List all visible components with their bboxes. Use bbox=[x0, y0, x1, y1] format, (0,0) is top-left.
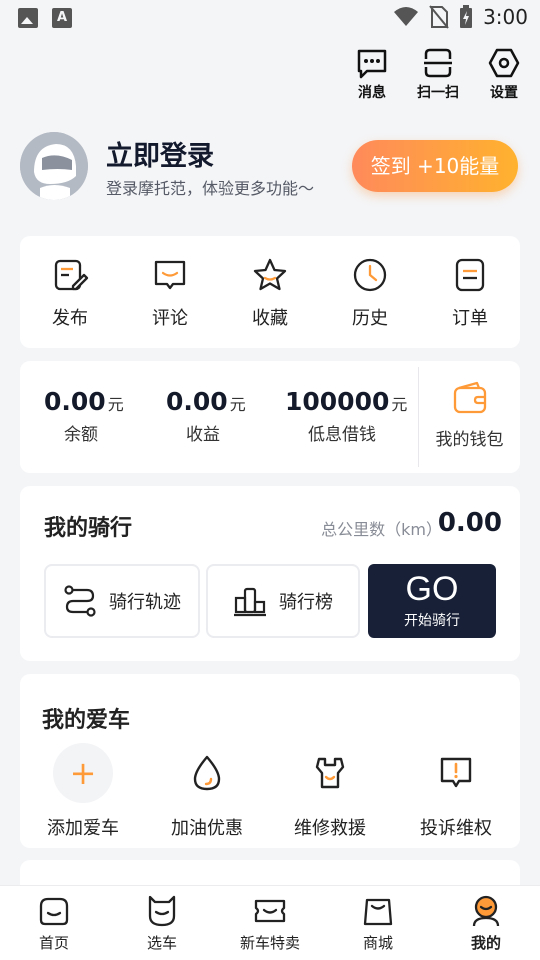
tab-profile-label: 我的 bbox=[470, 934, 501, 952]
home-icon bbox=[39, 897, 69, 926]
loan-stat[interactable]: 100000 元 低息借钱 bbox=[285, 387, 407, 445]
top-actions: 消息 扫一扫 设置 bbox=[350, 46, 526, 102]
earnings-label: 收益 bbox=[186, 425, 220, 445]
comment-button[interactable]: 评论 bbox=[120, 236, 220, 348]
fuel-discount-label: 加油优惠 bbox=[171, 818, 243, 839]
favorites-label: 收藏 bbox=[252, 308, 288, 329]
history-label: 历史 bbox=[352, 308, 388, 329]
add-car-button[interactable]: + 添加爱车 bbox=[23, 740, 143, 840]
riding-title: 我的骑行 bbox=[44, 516, 133, 541]
balance-unit: 元 bbox=[107, 395, 124, 414]
shop-bag-icon bbox=[363, 898, 393, 926]
my-car-card: 我的爱车 + 添加爱车 加油优惠 维修救援 投诉维权 bbox=[20, 674, 520, 848]
plus-icon: + bbox=[53, 743, 113, 803]
edit-icon bbox=[54, 259, 89, 291]
repair-rescue-button[interactable]: 维修救援 bbox=[270, 740, 390, 840]
status-bar: A 3:00 bbox=[0, 0, 540, 36]
complaint-label: 投诉维权 bbox=[420, 818, 492, 839]
scan-label: 扫一扫 bbox=[417, 85, 459, 101]
fuel-discount-button[interactable]: 加油优惠 bbox=[147, 740, 267, 840]
tab-car-select[interactable]: 选车 bbox=[108, 886, 216, 960]
clock-icon bbox=[353, 258, 387, 292]
complaint-button[interactable]: 投诉维权 bbox=[396, 740, 516, 840]
podium-icon bbox=[234, 587, 266, 617]
settings-label: 设置 bbox=[490, 85, 518, 101]
total-km-value: 0.00 bbox=[437, 508, 502, 538]
start-riding-button[interactable]: GO 开始骑行 bbox=[368, 564, 496, 638]
scan-icon bbox=[424, 48, 452, 78]
route-icon bbox=[64, 585, 96, 617]
orders-label: 订单 bbox=[452, 308, 488, 329]
my-car-title: 我的爱车 bbox=[42, 708, 131, 733]
comment-icon bbox=[154, 260, 186, 290]
message-label: 消息 bbox=[358, 85, 386, 101]
scan-button[interactable]: 扫一扫 bbox=[416, 46, 460, 102]
checkin-button[interactable]: 签到 +10能量 bbox=[352, 140, 518, 192]
complaint-icon bbox=[440, 757, 472, 788]
wifi-icon bbox=[394, 7, 419, 26]
loan-unit: 元 bbox=[391, 395, 408, 414]
favorites-button[interactable]: 收藏 bbox=[220, 236, 320, 348]
font-a-icon: A bbox=[52, 8, 72, 28]
tab-home[interactable]: 首页 bbox=[0, 886, 108, 960]
earnings-value: 0.00 bbox=[166, 387, 228, 416]
wallet-button[interactable]: 我的钱包 bbox=[419, 379, 520, 450]
tab-new-car-sale-label: 新车特卖 bbox=[239, 934, 300, 952]
finance-card: 0.00 元 余额 0.00 元 收益 100000 元 低息借钱 我的钱包 bbox=[20, 361, 520, 473]
go-label: GO bbox=[405, 570, 459, 608]
login-title[interactable]: 立即登录 bbox=[106, 134, 214, 173]
image-icon bbox=[18, 8, 38, 28]
bottom-tab-bar: 首页 选车 新车特卖 商城 我的 bbox=[0, 885, 540, 960]
orders-button[interactable]: 订单 bbox=[420, 236, 520, 348]
car-select-icon bbox=[148, 895, 176, 927]
publish-label: 发布 bbox=[52, 308, 88, 329]
earnings-stat[interactable]: 0.00 元 收益 bbox=[166, 387, 246, 445]
comment-label: 评论 bbox=[152, 308, 188, 329]
riding-card: 我的骑行 总公里数（km） 0.00 骑行轨迹 骑行榜 GO 开始骑行 bbox=[20, 486, 520, 661]
profile-header: 立即登录 登录摩托范，体验更多功能～ 签到 +10能量 bbox=[20, 132, 520, 202]
tab-car-select-label: 选车 bbox=[146, 934, 177, 952]
loan-label: 低息借钱 bbox=[308, 425, 376, 445]
wrench-icon bbox=[315, 757, 345, 789]
star-icon bbox=[253, 258, 287, 291]
earnings-unit: 元 bbox=[229, 395, 246, 414]
wallet-label: 我的钱包 bbox=[435, 430, 504, 450]
no-sim-icon bbox=[429, 5, 449, 29]
order-icon bbox=[455, 258, 485, 292]
total-km-label: 总公里数（km） bbox=[321, 520, 442, 539]
history-button[interactable]: 历史 bbox=[320, 236, 420, 348]
avatar[interactable] bbox=[20, 132, 88, 200]
ticket-icon bbox=[254, 899, 286, 923]
message-button[interactable]: 消息 bbox=[350, 46, 394, 102]
settings-icon bbox=[488, 48, 520, 78]
status-time: 3:00 bbox=[483, 5, 528, 29]
tab-shop-label: 商城 bbox=[362, 934, 393, 952]
login-subtitle: 登录摩托范，体验更多功能～ bbox=[106, 179, 315, 198]
balance-label: 余额 bbox=[64, 425, 98, 445]
start-riding-label: 开始骑行 bbox=[404, 613, 460, 629]
riding-track-button[interactable]: 骑行轨迹 bbox=[44, 564, 200, 638]
settings-button[interactable]: 设置 bbox=[482, 46, 526, 102]
riding-track-label: 骑行轨迹 bbox=[109, 592, 181, 613]
tab-profile[interactable]: 我的 bbox=[432, 886, 540, 960]
balance-stat[interactable]: 0.00 元 余额 bbox=[44, 387, 124, 445]
repair-rescue-label: 维修救援 bbox=[294, 818, 366, 839]
tab-home-label: 首页 bbox=[38, 934, 69, 952]
message-icon bbox=[357, 49, 387, 79]
battery-charging-icon bbox=[460, 5, 473, 28]
balance-value: 0.00 bbox=[44, 387, 106, 416]
riding-rank-button[interactable]: 骑行榜 bbox=[206, 564, 360, 638]
quick-actions-card: 发布 评论 收藏 历史 订单 bbox=[20, 236, 520, 348]
fuel-drop-icon bbox=[193, 755, 221, 791]
helmet-icon bbox=[20, 132, 88, 200]
profile-icon bbox=[472, 895, 500, 927]
add-car-label: 添加爱车 bbox=[47, 818, 119, 839]
publish-button[interactable]: 发布 bbox=[20, 236, 120, 348]
tab-shop[interactable]: 商城 bbox=[324, 886, 432, 960]
riding-rank-label: 骑行榜 bbox=[279, 592, 333, 613]
loan-value: 100000 bbox=[285, 387, 390, 416]
tab-new-car-sale[interactable]: 新车特卖 bbox=[216, 886, 324, 960]
wallet-icon bbox=[453, 381, 486, 414]
